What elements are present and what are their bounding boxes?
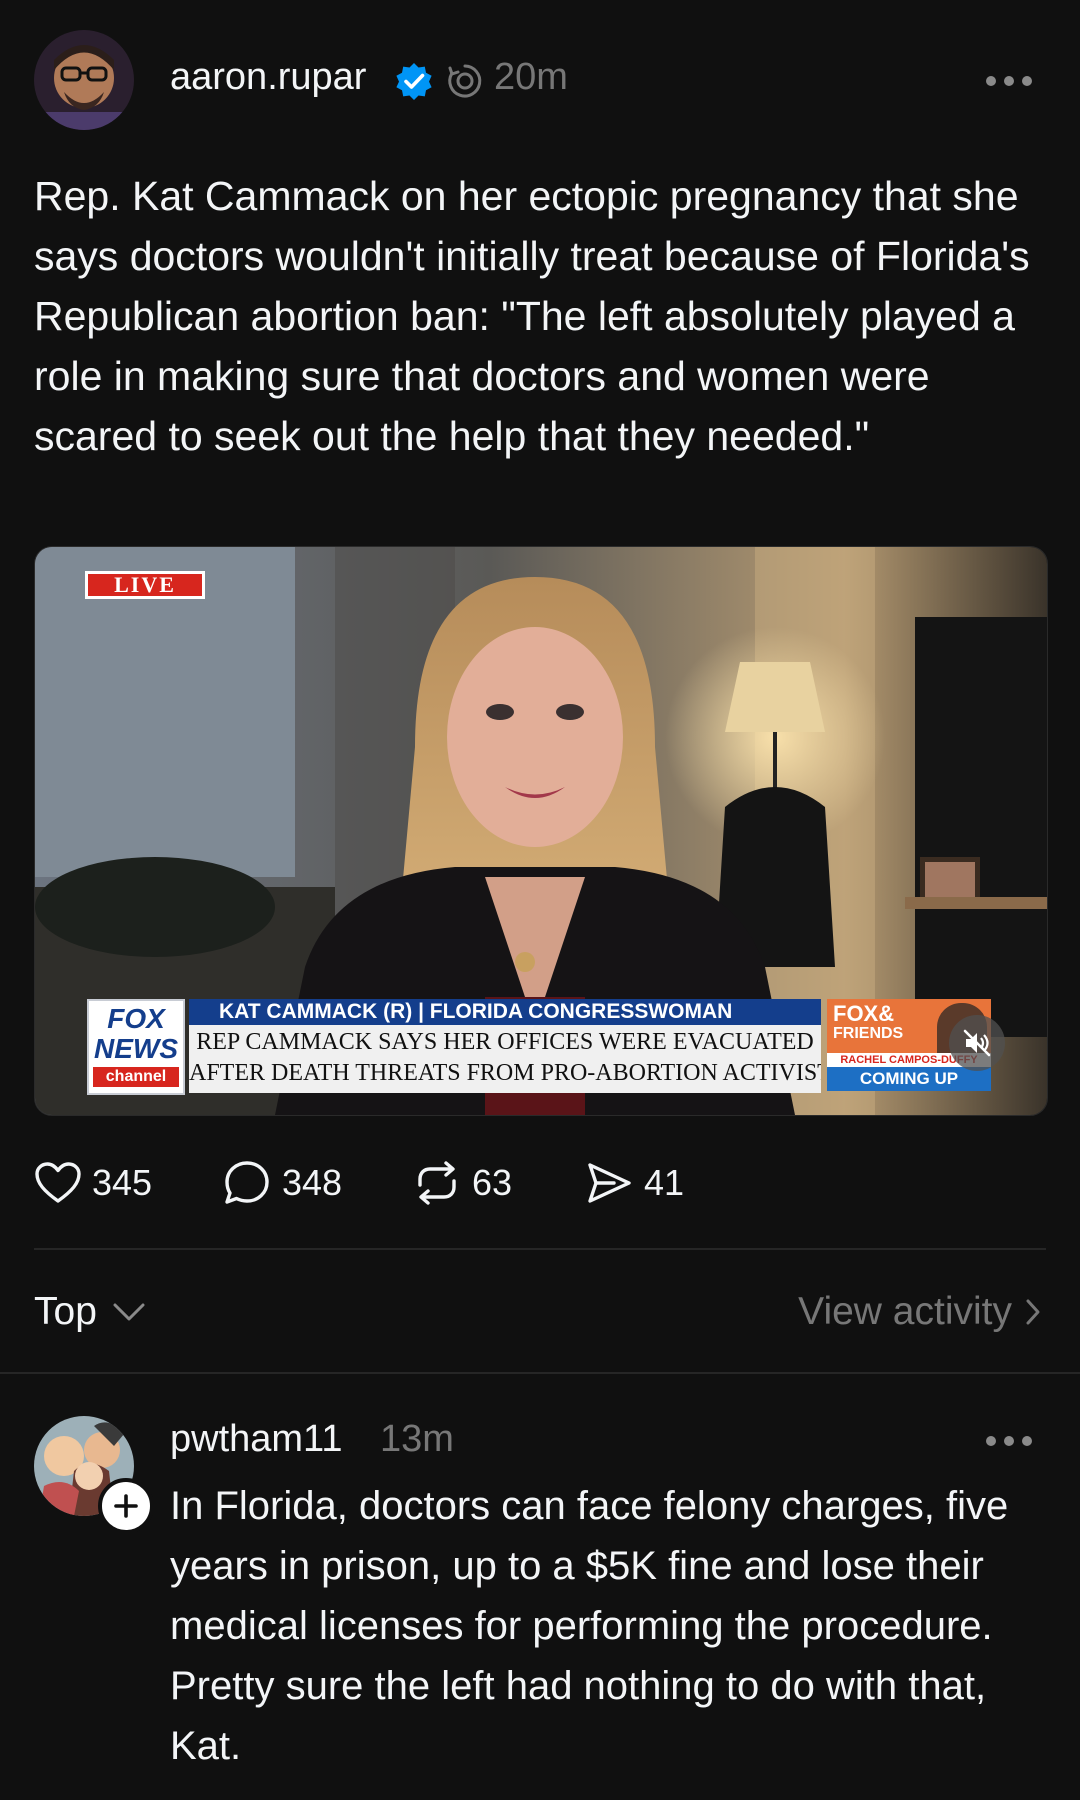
reply-text: In Florida, doctors can face felony char…	[170, 1484, 1009, 1768]
reply-timestamp: 13m	[380, 1418, 454, 1460]
post-video[interactable]: LIVE FOX NEWS channel KAT CAMMACK (R) | …	[34, 546, 1048, 1116]
chevron-down-icon	[113, 1303, 145, 1321]
more-options-icon[interactable]	[986, 74, 1036, 88]
share-count: 41	[644, 1162, 685, 1203]
sort-dropdown[interactable]: Top	[34, 1290, 147, 1334]
reply-username[interactable]: pwtham11	[170, 1418, 343, 1461]
comment-icon	[225, 1161, 269, 1204]
view-activity-link[interactable]: View activity	[798, 1290, 1042, 1334]
post-timestamp: 20m	[494, 56, 568, 98]
repost-icon	[418, 1161, 456, 1205]
threads-activity-icon	[446, 62, 484, 100]
send-icon	[588, 1163, 631, 1203]
follow-plus-icon[interactable]	[98, 1478, 154, 1534]
like-button[interactable]: 345	[34, 1158, 152, 1208]
like-count: 345	[92, 1162, 153, 1203]
live-badge: LIVE	[114, 572, 176, 597]
post-text: Rep. Kat Cammack on her ectopic pregnanc…	[34, 173, 1030, 459]
view-activity-label: View activity	[798, 1290, 1012, 1333]
author-username[interactable]: aaron.rupar	[170, 56, 366, 99]
divider	[34, 1248, 1046, 1250]
chyron-headline: REP CAMMACK SAYS HER OFFICES WERE EVACUA…	[189, 1025, 821, 1093]
divider	[0, 1372, 1080, 1374]
heart-icon	[35, 1162, 81, 1203]
comment-count: 348	[282, 1162, 343, 1203]
chyron-name-bar: KAT CAMMACK (R) | FLORIDA CONGRESSWOMAN	[189, 999, 821, 1025]
fox-news-logo: FOX NEWS channel	[87, 999, 185, 1095]
repost-button[interactable]: 63	[412, 1158, 512, 1208]
verified-badge-icon	[394, 61, 434, 101]
comment-button[interactable]: 348	[222, 1158, 342, 1208]
chevron-right-icon	[1026, 1299, 1040, 1325]
repost-count: 63	[472, 1162, 513, 1203]
reply-more-options-icon[interactable]	[986, 1434, 1036, 1448]
speaker-muted-icon	[963, 1029, 991, 1057]
share-button[interactable]: 41	[584, 1158, 684, 1208]
post-actions: 345 348 63 41	[34, 1158, 834, 1208]
author-avatar[interactable]	[34, 30, 134, 130]
mute-button[interactable]	[949, 1015, 1005, 1071]
sort-label: Top	[34, 1290, 97, 1333]
